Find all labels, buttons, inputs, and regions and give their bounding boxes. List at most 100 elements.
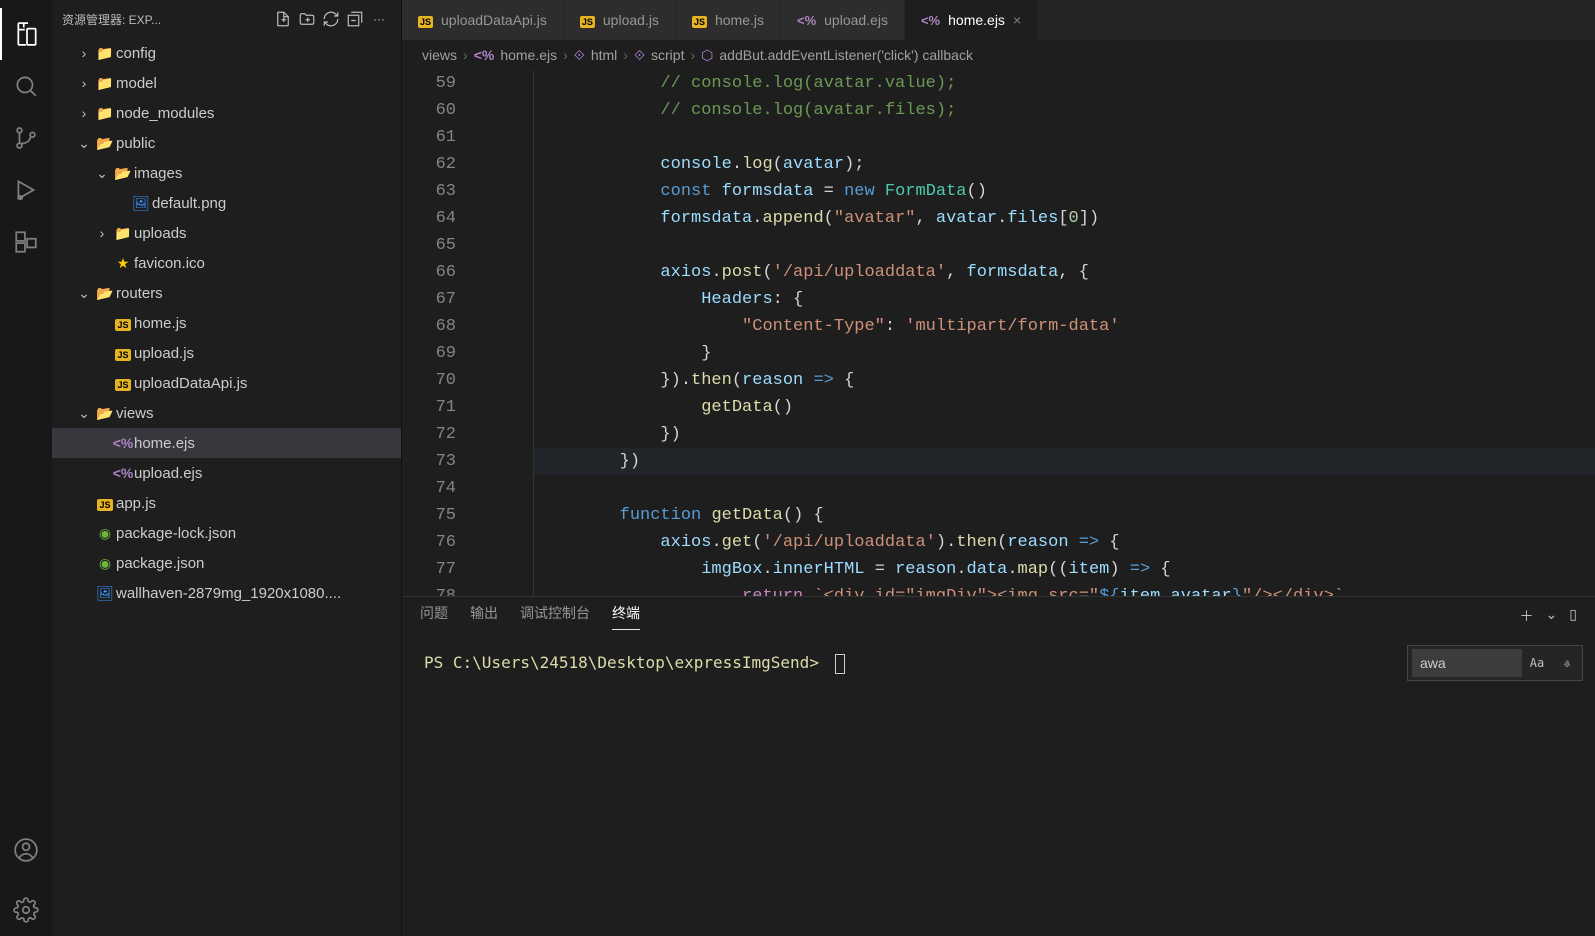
tree-item-label: routers bbox=[116, 285, 163, 302]
chevron-icon[interactable]: ⌄ bbox=[92, 165, 112, 182]
match-case-icon[interactable]: Aa bbox=[1522, 656, 1552, 670]
terminal-search[interactable]: Aa ⎀ bbox=[1407, 645, 1583, 681]
split-terminal-icon[interactable]: ▯ bbox=[1569, 606, 1577, 626]
code-line[interactable] bbox=[534, 232, 1595, 259]
code-line[interactable]: axios.get('/api/uploaddata').then(reason… bbox=[534, 529, 1595, 556]
editor-tab[interactable]: JS upload.js bbox=[564, 0, 676, 40]
tree-item[interactable]: ›📁uploads bbox=[52, 218, 401, 248]
tree-item-label: default.png bbox=[152, 195, 226, 212]
tab-file-icon: JS bbox=[418, 13, 433, 28]
account-icon[interactable] bbox=[0, 824, 52, 876]
code-line[interactable]: } bbox=[534, 340, 1595, 367]
collapse-all-icon[interactable] bbox=[343, 7, 367, 31]
new-folder-icon[interactable] bbox=[295, 7, 319, 31]
search-icon[interactable] bbox=[0, 60, 52, 112]
chevron-icon[interactable]: ⌄ bbox=[74, 285, 94, 302]
code-line[interactable]: console.log(avatar); bbox=[534, 151, 1595, 178]
terminal[interactable]: PS C:\Users\24518\Desktop\expressImgSend… bbox=[402, 635, 1595, 936]
tab-label: upload.js bbox=[603, 12, 659, 28]
more-icon[interactable]: ··· bbox=[367, 7, 391, 31]
new-terminal-icon[interactable]: ＋ bbox=[1520, 606, 1534, 626]
new-file-icon[interactable] bbox=[271, 7, 295, 31]
tree-item[interactable]: ›📁node_modules bbox=[52, 98, 401, 128]
breadcrumb-segment[interactable]: html bbox=[591, 47, 617, 63]
code-line[interactable] bbox=[534, 124, 1595, 151]
panel-tab[interactable]: 问题 bbox=[420, 603, 448, 629]
breadcrumb-segment[interactable]: home.ejs bbox=[500, 47, 557, 63]
tree-item[interactable]: ⌄📂images bbox=[52, 158, 401, 188]
tab-file-icon: JS bbox=[580, 13, 595, 28]
terminal-dropdown-icon[interactable]: ⌄ bbox=[1546, 606, 1558, 626]
code-line[interactable]: }).then(reason => { bbox=[534, 367, 1595, 394]
main-area: JSuploadDataApi.jsJSupload.jsJShome.js<%… bbox=[402, 0, 1595, 936]
breadcrumb[interactable]: views›<%home.ejs›⟐html›⟐script›⬡addBut.a… bbox=[402, 40, 1595, 70]
editor-tab[interactable]: JS uploadDataApi.js bbox=[402, 0, 564, 40]
tree-item[interactable]: ›📁model bbox=[52, 68, 401, 98]
tree-item[interactable]: ⌄📂routers bbox=[52, 278, 401, 308]
code-line[interactable]: }) bbox=[534, 448, 1595, 475]
code-content[interactable]: // console.log(avatar.value); // console… bbox=[534, 70, 1595, 596]
tree-item[interactable]: <%upload.ejs bbox=[52, 458, 401, 488]
tree-item-label: home.js bbox=[134, 315, 187, 332]
code-line[interactable]: function getData() { bbox=[534, 502, 1595, 529]
extensions-icon[interactable] bbox=[0, 216, 52, 268]
explorer-title: 资源管理器: EXP... bbox=[62, 11, 271, 28]
breadcrumb-icon: ⬡ bbox=[701, 47, 713, 64]
code-line[interactable]: }) bbox=[534, 421, 1595, 448]
line-number: 69 bbox=[402, 340, 456, 367]
breadcrumb-segment[interactable]: script bbox=[651, 47, 684, 63]
tree-item[interactable]: ◉package-lock.json bbox=[52, 518, 401, 548]
run-debug-icon[interactable] bbox=[0, 164, 52, 216]
terminal-search-input[interactable] bbox=[1412, 649, 1522, 677]
editor[interactable]: 5960616263646566676869707172737475767778… bbox=[402, 70, 1595, 596]
code-line[interactable]: formsdata.append("avatar", avatar.files[… bbox=[534, 205, 1595, 232]
tree-item[interactable]: ⌄📂views bbox=[52, 398, 401, 428]
match-word-icon[interactable]: ⎀ bbox=[1552, 656, 1582, 670]
chevron-icon[interactable]: ⌄ bbox=[74, 135, 94, 152]
settings-gear-icon[interactable] bbox=[0, 884, 52, 936]
tree-item[interactable]: <%home.ejs bbox=[52, 428, 401, 458]
tree-item[interactable]: ★favicon.ico bbox=[52, 248, 401, 278]
chevron-icon[interactable]: › bbox=[74, 75, 94, 91]
tree-item[interactable]: JSuploadDataApi.js bbox=[52, 368, 401, 398]
editor-tab[interactable]: <%home.ejs× bbox=[905, 0, 1038, 40]
code-line[interactable]: Headers: { bbox=[534, 286, 1595, 313]
chevron-icon[interactable]: › bbox=[92, 225, 112, 241]
explorer-sidebar: 资源管理器: EXP... ··· ›📁config›📁model›📁node_… bbox=[52, 0, 402, 936]
code-line[interactable]: // console.log(avatar.value); bbox=[534, 70, 1595, 97]
chevron-icon[interactable]: › bbox=[74, 105, 94, 121]
panel-tab[interactable]: 终端 bbox=[612, 603, 640, 630]
editor-tab[interactable]: <%upload.ejs bbox=[781, 0, 905, 40]
breadcrumb-segment[interactable]: views bbox=[422, 47, 457, 63]
chevron-icon[interactable]: ⌄ bbox=[74, 405, 94, 422]
breadcrumb-segment[interactable]: addBut.addEventListener('click') callbac… bbox=[719, 47, 973, 63]
editor-tab[interactable]: JShome.js bbox=[676, 0, 781, 40]
code-line[interactable]: // console.log(avatar.files); bbox=[534, 97, 1595, 124]
code-line[interactable]: axios.post('/api/uploaddata', formsdata,… bbox=[534, 259, 1595, 286]
tree-item[interactable]: ›📁config bbox=[52, 38, 401, 68]
tree-item-label: public bbox=[116, 135, 155, 152]
close-icon[interactable]: × bbox=[1013, 12, 1021, 28]
tree-item[interactable]: 🖼default.png bbox=[52, 188, 401, 218]
code-line[interactable]: return `<div id="imgDiv"><img src="${ite… bbox=[534, 583, 1595, 596]
tree-item[interactable]: ◉package.json bbox=[52, 548, 401, 578]
tab-label: uploadDataApi.js bbox=[441, 12, 547, 28]
explorer-icon[interactable] bbox=[0, 8, 52, 60]
code-line[interactable]: getData() bbox=[534, 394, 1595, 421]
code-line[interactable]: const formsdata = new FormData() bbox=[534, 178, 1595, 205]
panel-tab[interactable]: 调试控制台 bbox=[520, 603, 590, 629]
refresh-icon[interactable] bbox=[319, 7, 343, 31]
tree-item[interactable]: JShome.js bbox=[52, 308, 401, 338]
code-line[interactable] bbox=[534, 475, 1595, 502]
source-control-icon[interactable] bbox=[0, 112, 52, 164]
editor-tabs: JSuploadDataApi.jsJSupload.jsJShome.js<%… bbox=[402, 0, 1595, 40]
tree-item[interactable]: 🖼wallhaven-2879mg_1920x1080.... bbox=[52, 578, 401, 608]
code-line[interactable]: "Content-Type": 'multipart/form-data' bbox=[534, 313, 1595, 340]
tree-item[interactable]: JSupload.js bbox=[52, 338, 401, 368]
tree-item[interactable]: ⌄📂public bbox=[52, 128, 401, 158]
tree-item-label: package.json bbox=[116, 555, 204, 572]
code-line[interactable]: imgBox.innerHTML = reason.data.map((item… bbox=[534, 556, 1595, 583]
tree-item[interactable]: JSapp.js bbox=[52, 488, 401, 518]
chevron-icon[interactable]: › bbox=[74, 45, 94, 61]
panel-tab[interactable]: 输出 bbox=[470, 603, 498, 629]
